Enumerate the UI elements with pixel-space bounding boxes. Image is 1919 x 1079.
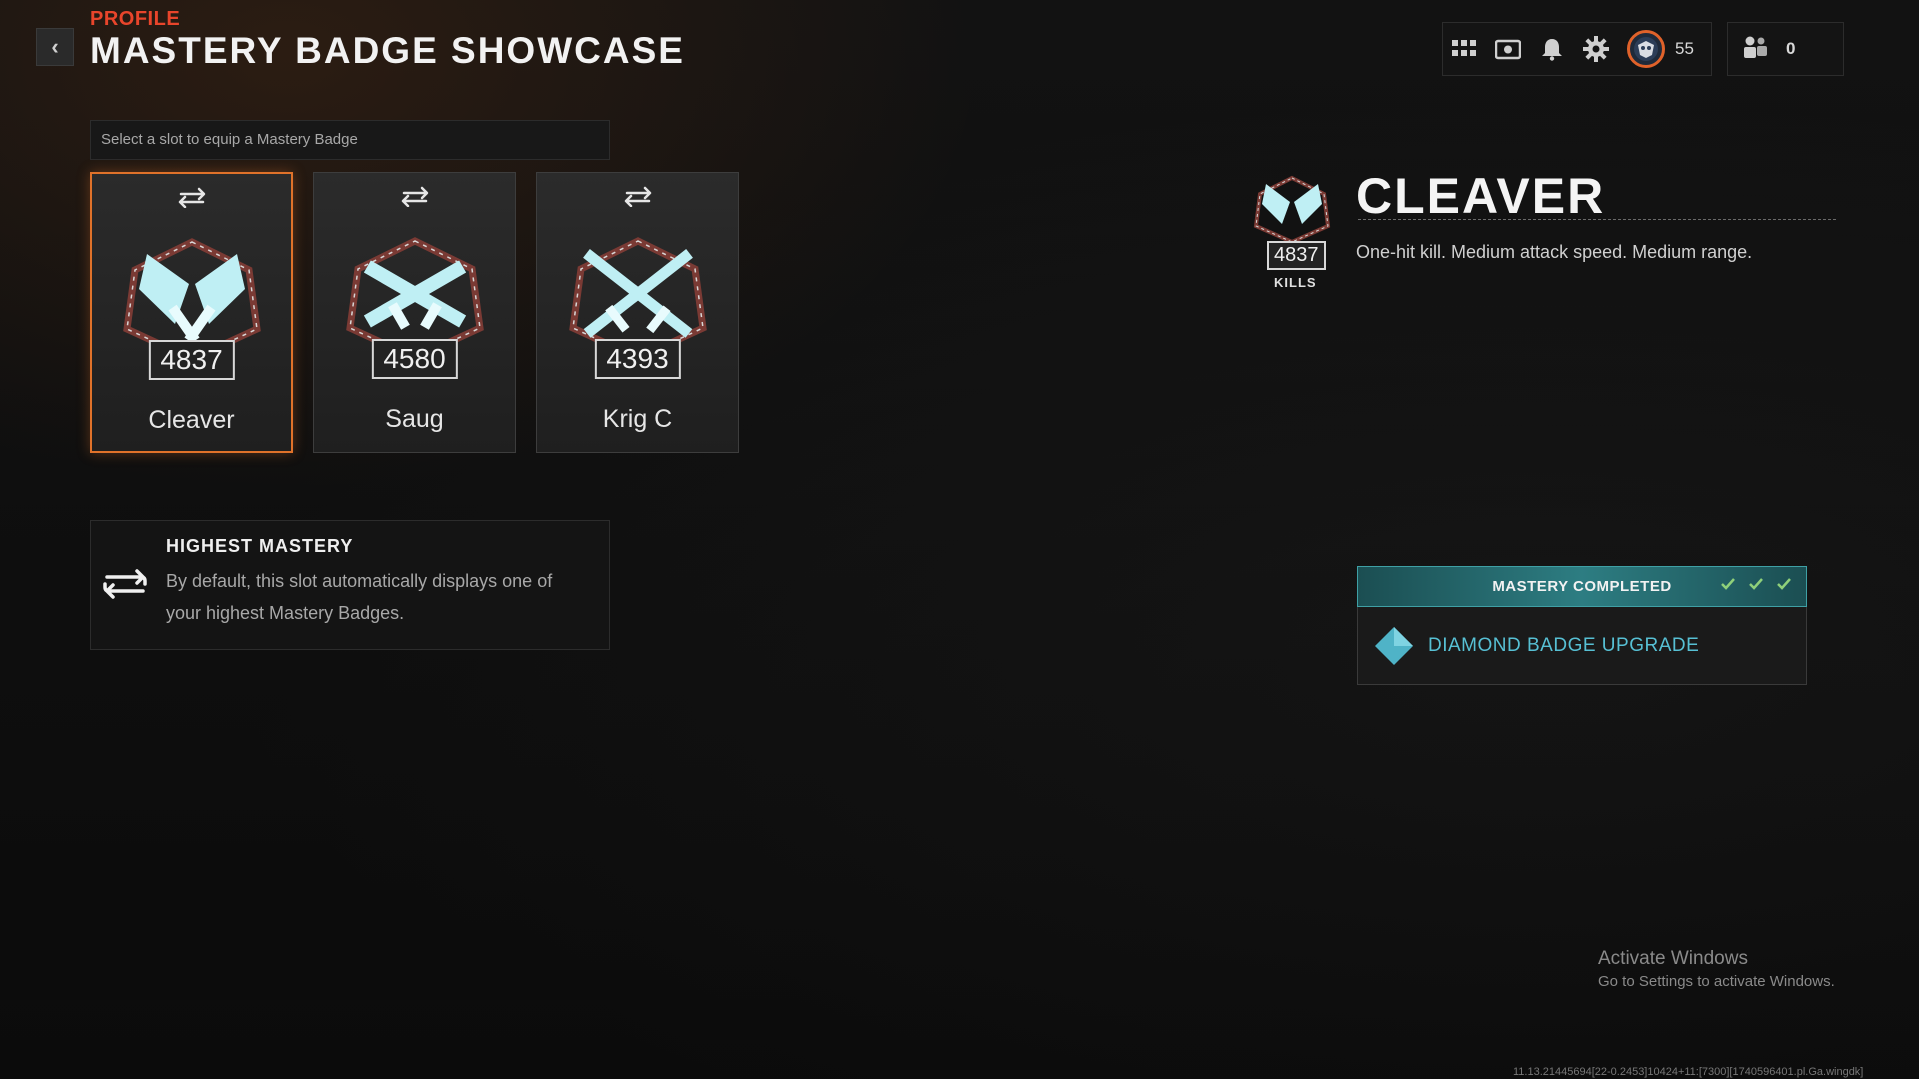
- top-nav: 55: [1442, 22, 1712, 76]
- diamond-upgrade-label: DIAMOND BADGE UPGRADE: [1428, 634, 1700, 656]
- kill-count: 4580: [371, 339, 458, 379]
- checkmarks: [1720, 577, 1792, 591]
- highest-mastery-panel: HIGHEST MASTERY By default, this slot au…: [90, 520, 610, 650]
- back-button[interactable]: ‹: [36, 28, 74, 66]
- page-title: MASTERY BADGE SHOWCASE: [90, 30, 685, 71]
- gear-icon[interactable]: [1583, 36, 1609, 62]
- highest-mastery-description: By default, this slot automatically disp…: [166, 571, 553, 623]
- weapon-name: Krig C: [602, 405, 673, 433]
- mastery-completed-header: MASTERY COMPLETED: [1357, 566, 1807, 607]
- weapon-title: CLEAVER: [1356, 168, 1606, 224]
- activate-windows-title: Activate Windows: [1598, 948, 1748, 969]
- wallet-icon[interactable]: [1495, 36, 1521, 62]
- weapon-name: Saug: [385, 405, 444, 433]
- grid-menu-icon[interactable]: [1451, 36, 1477, 62]
- build-string: 11.13.21445694[22-0.2453]10424+11:[7300]…: [1513, 1066, 1864, 1078]
- chevron-left-icon: ‹: [51, 34, 59, 59]
- swap-icon: [103, 569, 147, 599]
- check-icon: [1721, 578, 1735, 590]
- detail-kill-count: 4837: [1267, 241, 1326, 270]
- swap-icon: [178, 187, 205, 208]
- bell-icon[interactable]: [1539, 36, 1565, 62]
- check-icon: [1777, 578, 1791, 590]
- weapon-name: Cleaver: [148, 406, 235, 434]
- friends-button[interactable]: 0: [1727, 22, 1844, 76]
- kill-count: 4393: [594, 339, 681, 379]
- friends-icon: [1742, 34, 1768, 65]
- badge-slot-2[interactable]: 4580 Saug: [313, 172, 516, 453]
- slot-instruction: Select a slot to equip a Mastery Badge: [90, 120, 610, 160]
- diamond-upgrade-row: DIAMOND BADGE UPGRADE: [1357, 607, 1807, 685]
- mastery-completed-label: MASTERY COMPLETED: [1492, 578, 1672, 595]
- badge-slot-1[interactable]: 4837 Cleaver: [90, 172, 293, 453]
- player-avatar[interactable]: [1627, 30, 1665, 68]
- cleaver-badge-icon: [1253, 175, 1331, 244]
- breadcrumb: PROFILE: [90, 8, 181, 30]
- activate-windows-subtitle: Go to Settings to activate Windows.: [1598, 973, 1835, 990]
- highest-mastery-title: HIGHEST MASTERY: [166, 536, 354, 556]
- weapon-description: One-hit kill. Medium attack speed. Mediu…: [1356, 242, 1753, 262]
- kills-label: KILLS: [1274, 275, 1317, 290]
- player-level: 55: [1675, 39, 1694, 58]
- diamond-icon: [1375, 626, 1413, 665]
- kill-count: 4837: [148, 340, 235, 380]
- badge-slot-3[interactable]: 4393 Krig C: [536, 172, 739, 453]
- check-icon: [1749, 578, 1763, 590]
- swap-icon: [401, 186, 428, 207]
- friends-count: 0: [1786, 39, 1796, 58]
- title-divider: [1358, 219, 1836, 220]
- swap-icon: [624, 186, 651, 207]
